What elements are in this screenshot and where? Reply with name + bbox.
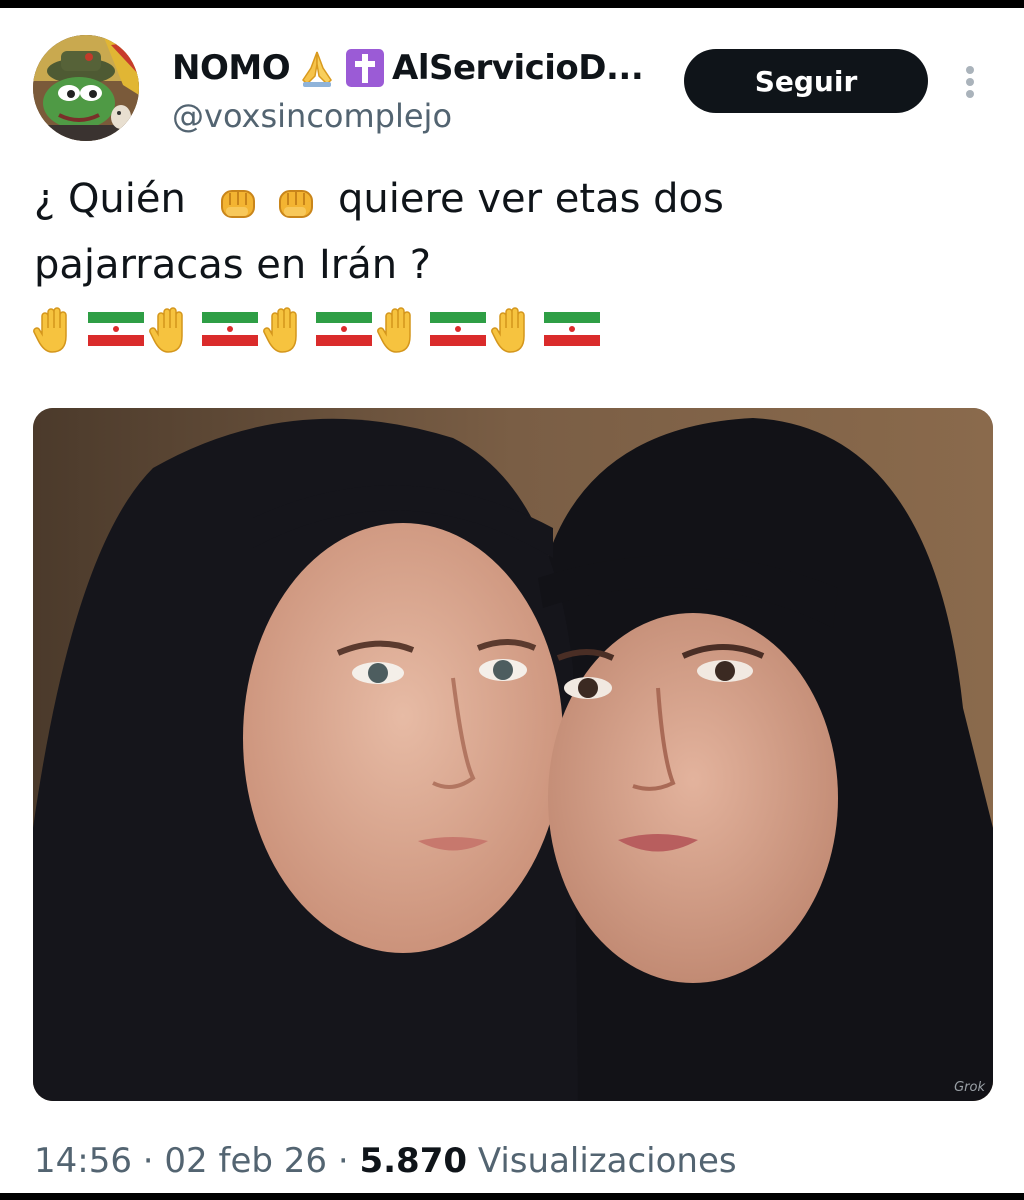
user-handle[interactable]: @voxsincomplejo [172, 97, 452, 135]
pepe-avatar-icon [33, 35, 139, 141]
more-options-button[interactable] [955, 60, 985, 104]
iran-flag-icon [544, 312, 600, 346]
views-label: Visualizaciones [477, 1141, 737, 1181]
folded-hands-icon [302, 51, 332, 87]
tweet-text-line1-start: ¿ Quién [34, 176, 186, 222]
photo-image [33, 408, 993, 1101]
raised-hand-icon [491, 307, 525, 353]
tweet-meta: 14:56 · 02 feb 26 · 5.870 Visualizacione… [34, 1141, 737, 1181]
avatar[interactable] [33, 35, 139, 141]
raised-hand-icon [377, 307, 411, 353]
raised-hand-icon [149, 307, 183, 353]
follow-button[interactable]: Seguir [684, 49, 928, 113]
tweet-time[interactable]: 14:56 [34, 1141, 132, 1181]
display-name-start[interactable]: NOMO [172, 48, 291, 88]
iran-flag-icon [316, 312, 372, 346]
meta-separator: · [142, 1141, 154, 1181]
latin-cross-icon [346, 49, 384, 87]
oncoming-fist-icon [279, 190, 313, 218]
tweet-date[interactable]: 02 feb 26 [164, 1141, 327, 1181]
iran-flag-icon [202, 312, 258, 346]
tweet-text-line1-end: quiere ver etas dos [338, 176, 724, 222]
watermark: Grok [954, 1080, 985, 1095]
tweet-text-line2: pajarracas en Irán ? [34, 242, 432, 288]
emoji-row [32, 304, 612, 356]
display-name-end[interactable]: AlServicioD... [392, 48, 644, 88]
more-vertical-icon [966, 78, 974, 86]
more-vertical-icon [966, 66, 974, 74]
tweet: NOMO AlServicioD... @voxsincomplejo Segu… [0, 8, 1024, 1193]
oncoming-fist-icon [221, 190, 255, 218]
views-count: 5.870 [359, 1141, 468, 1181]
raised-hand-icon [33, 307, 67, 353]
raised-hand-icon [263, 307, 297, 353]
tweet-media-photo[interactable]: Grok [33, 408, 993, 1101]
screenshot-frame: NOMO AlServicioD... @voxsincomplejo Segu… [0, 8, 1024, 1193]
iran-flag-icon [430, 312, 486, 346]
iran-flag-icon [88, 312, 144, 346]
more-vertical-icon [966, 90, 974, 98]
meta-separator: · [337, 1141, 349, 1181]
